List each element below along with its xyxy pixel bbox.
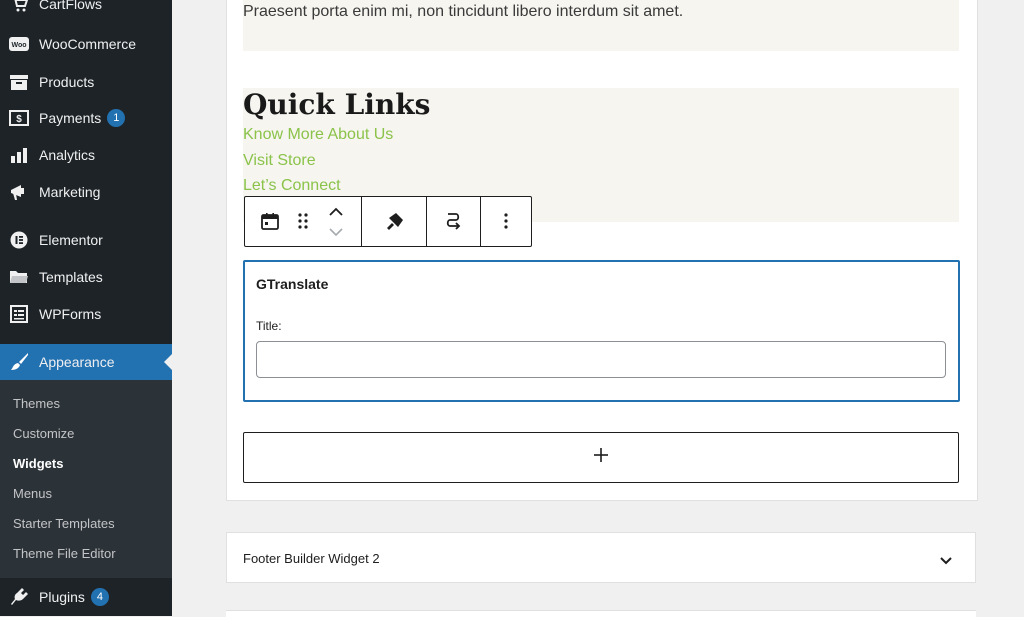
link-know-more-about-us[interactable]: Know More About Us xyxy=(243,126,393,144)
sidebar-item-label: Analytics xyxy=(39,147,96,163)
submenu-item-customize[interactable]: Customize xyxy=(13,426,74,441)
sidebar-item-payments[interactable]: $ Payments 1 xyxy=(0,100,172,136)
paragraph-text[interactable]: Praesent porta enim mi, non tincidunt li… xyxy=(243,3,683,21)
sidebar-item-label: Elementor xyxy=(39,232,103,248)
admin-sidebar: CartFlows Woo WooCommerce Products $ Pay… xyxy=(0,0,172,616)
sidebar-item-marketing[interactable]: Marketing xyxy=(0,174,172,210)
sidebar-item-label: Plugins xyxy=(39,589,85,605)
sidebar-item-label: WPForms xyxy=(39,306,102,322)
woo-icon: Woo xyxy=(9,34,29,54)
plus-icon xyxy=(593,447,609,468)
title-field-label: Title: xyxy=(256,319,282,333)
submenu-item-themes[interactable]: Themes xyxy=(13,396,60,411)
payments-icon: $ xyxy=(9,108,29,128)
more-options-icon[interactable] xyxy=(495,209,517,233)
svg-text:Woo: Woo xyxy=(11,42,26,49)
move-up-icon[interactable] xyxy=(325,203,347,221)
svg-text:$: $ xyxy=(16,114,22,125)
drag-handle-icon[interactable] xyxy=(293,210,313,232)
sidebar-item-label: Templates xyxy=(39,269,103,285)
sidebar-item-label: Products xyxy=(39,74,95,90)
paintbrush-icon[interactable] xyxy=(383,209,407,233)
sidebar-item-plugins[interactable]: Plugins 4 xyxy=(0,579,172,615)
sidebar-item-label: Appearance xyxy=(39,354,115,370)
link-visit-store[interactable]: Visit Store xyxy=(243,152,316,170)
calendar-icon[interactable] xyxy=(259,210,281,232)
plugins-count-badge: 4 xyxy=(90,588,109,606)
paintbrush-icon xyxy=(9,352,29,372)
folder-icon xyxy=(9,267,29,287)
archive-icon xyxy=(9,72,29,92)
sidebar-item-wpforms[interactable]: WPForms xyxy=(0,296,172,332)
link-lets-connect[interactable]: Let’s Connect xyxy=(243,177,341,195)
block-toolbar xyxy=(244,196,532,247)
widget-area-panel xyxy=(226,0,978,501)
form-icon xyxy=(9,304,29,324)
title-input[interactable] xyxy=(256,341,946,378)
submenu-item-starter-templates[interactable]: Starter Templates xyxy=(13,516,115,531)
chevron-down-icon[interactable] xyxy=(938,552,954,573)
sidebar-item-appearance[interactable]: Appearance xyxy=(0,344,172,380)
toolbar-divider xyxy=(426,197,427,246)
plugin-icon xyxy=(9,587,29,607)
active-indicator xyxy=(164,354,172,370)
sidebar-item-woocommerce[interactable]: Woo WooCommerce xyxy=(0,26,172,62)
add-block-button[interactable] xyxy=(243,432,959,483)
sidebar-item-label: Marketing xyxy=(39,184,101,200)
widget-title: GTranslate xyxy=(256,276,329,292)
appearance-submenu: Themes Customize Widgets Menus Starter T… xyxy=(0,380,172,578)
transform-icon[interactable] xyxy=(441,209,465,233)
sidebar-item-analytics[interactable]: Analytics xyxy=(0,137,172,173)
elementor-icon xyxy=(9,230,29,250)
sidebar-item-templates[interactable]: Templates xyxy=(0,259,172,295)
sidebar-item-cartflows[interactable]: CartFlows xyxy=(0,0,172,22)
toolbar-divider xyxy=(480,197,481,246)
cartflows-icon xyxy=(9,0,29,14)
sidebar-item-label: CartFlows xyxy=(39,0,103,12)
submenu-item-widgets[interactable]: Widgets xyxy=(13,456,63,471)
toolbar-divider xyxy=(361,197,362,246)
sidebar-item-label: Payments xyxy=(39,110,102,126)
gtranslate-widget-block[interactable] xyxy=(243,260,960,402)
bar-chart-icon xyxy=(9,145,29,165)
submenu-item-menus[interactable]: Menus xyxy=(13,486,52,501)
quick-links-heading[interactable]: Quick Links xyxy=(243,88,430,121)
move-down-icon[interactable] xyxy=(325,223,347,241)
sidebar-item-products[interactable]: Products xyxy=(0,64,172,100)
payments-count-badge: 1 xyxy=(107,109,126,127)
sidebar-item-elementor[interactable]: Elementor xyxy=(0,222,172,258)
submenu-item-theme-file-editor[interactable]: Theme File Editor xyxy=(13,546,116,561)
megaphone-icon xyxy=(9,182,29,202)
sidebar-item-label: WooCommerce xyxy=(39,36,136,52)
footer-widget-title[interactable]: Footer Builder Widget 2 xyxy=(243,551,380,566)
